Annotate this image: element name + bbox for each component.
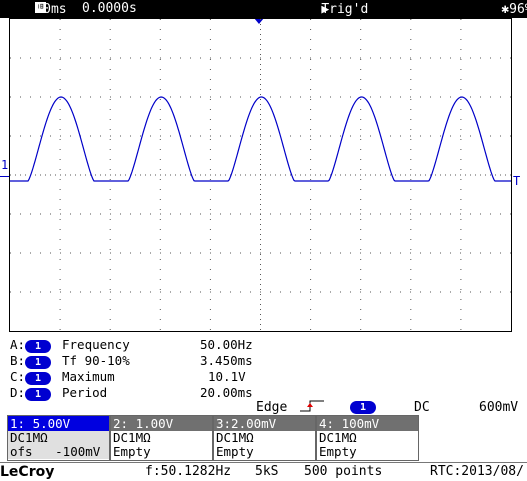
channel2-box[interactable]: 2: 1.00V DC1MΩ Empty: [110, 415, 213, 461]
channel3-coupling: DC1MΩ: [216, 430, 254, 445]
rtc-clock: RTC:2013/08/: [430, 464, 524, 479]
measurement-a[interactable]: A: 1 Frequency 50.00Hz: [10, 337, 310, 353]
brand-logo: LeCroy: [0, 464, 55, 480]
delay-readout[interactable]: 0.0000s: [82, 1, 137, 16]
trigger-level[interactable]: 600mV: [479, 400, 518, 415]
channel4-box[interactable]: 4: 100mV DC1MΩ Empty: [316, 415, 419, 461]
measurement-c[interactable]: C: 1 Maximum 10.1V: [10, 369, 310, 385]
record-length: 500 points: [304, 464, 383, 479]
measurement-d[interactable]: D: 1 Period 20.00ms: [10, 385, 310, 401]
channel-badge: 1: [25, 372, 52, 385]
channel4-status: Empty: [319, 444, 357, 459]
channel1-offset: ofs -100mV: [8, 445, 109, 459]
channel4-coupling: DC1MΩ: [319, 430, 357, 445]
channel3-status: Empty: [216, 444, 254, 459]
trigger-type[interactable]: Edge: [256, 400, 287, 415]
rising-edge-icon: [300, 400, 324, 412]
channel4-header: 4: 100mV: [317, 416, 418, 431]
channel3-box[interactable]: 3:2.00mV DC1MΩ Empty: [213, 415, 316, 461]
channel1-header: 1: 5.00V: [8, 416, 109, 431]
frequency-counter: f:50.1282Hz: [145, 464, 232, 479]
channel3-header: 3:2.00mV: [214, 416, 315, 431]
channel2-coupling: DC1MΩ: [113, 430, 151, 445]
top-status-bar: ⊞10ms 0.0000s ▶Trig'd ✱ 96%: [0, 0, 527, 18]
channel-badge: 1: [25, 340, 52, 353]
trigger-coupling[interactable]: DC: [414, 400, 430, 415]
bottom-status-bar: LeCroy f:50.1282Hz 5kS 500 points RTC:20…: [0, 462, 527, 481]
waveform-grid[interactable]: [9, 18, 512, 332]
channel2-status: Empty: [113, 444, 151, 459]
channel-badge: 1: [25, 388, 52, 401]
channel1-marker[interactable]: 1: [1, 158, 8, 172]
battery-icon: ✱: [501, 2, 510, 17]
trigger-level-marker[interactable]: T: [513, 174, 520, 188]
grid-svg: [10, 19, 511, 331]
channel1-box[interactable]: 1: 5.00V DC1MΩ ofs -100mV: [7, 415, 110, 461]
trigger-channel-badge[interactable]: 1: [350, 401, 376, 414]
channel2-header: 2: 1.00V: [111, 416, 212, 431]
measurement-b[interactable]: B: 1 Tf 90-10% 3.450ms: [10, 353, 310, 369]
channel-badge: 1: [25, 356, 52, 369]
sample-rate: 5kS: [255, 464, 279, 479]
channel1-coupling: DC1MΩ: [8, 431, 109, 445]
channel1-marker-line: [0, 176, 9, 177]
